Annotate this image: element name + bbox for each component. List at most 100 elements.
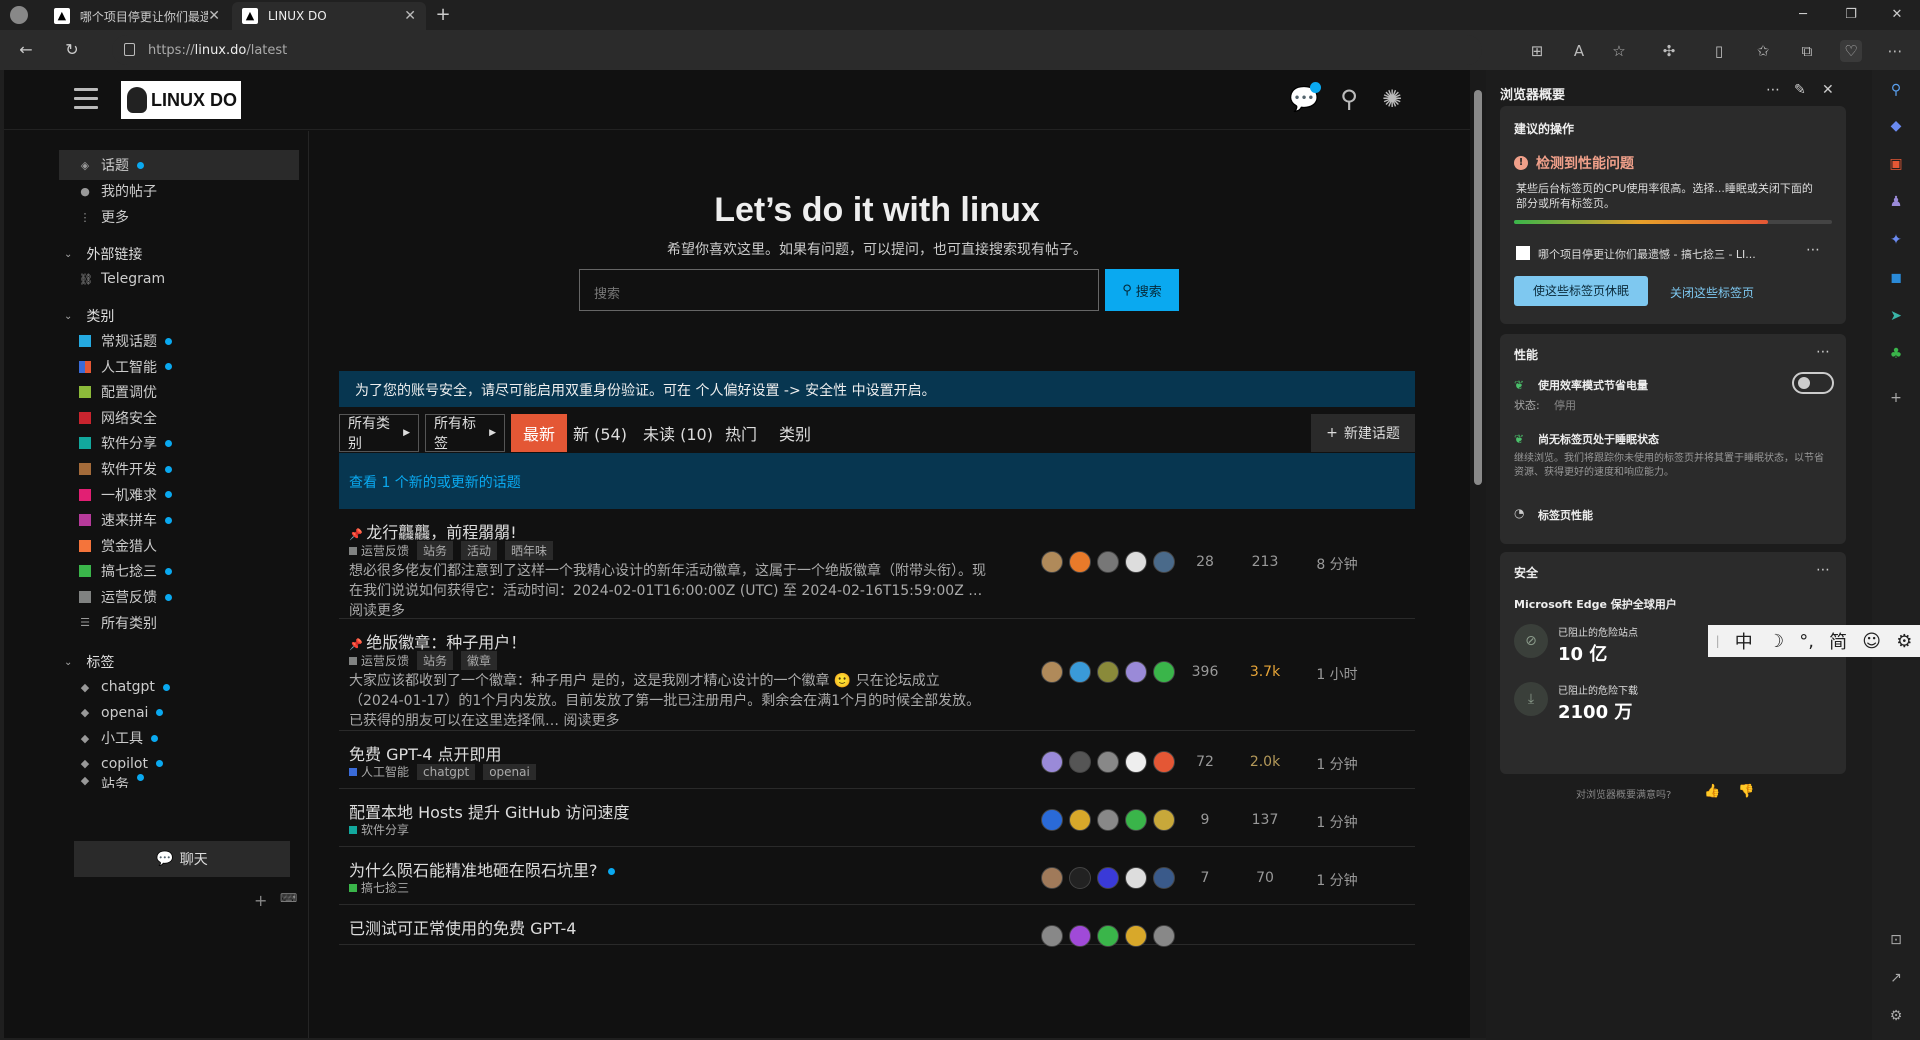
split-screen-icon[interactable]: ▯ [1708, 40, 1730, 62]
tab-performance-link[interactable]: 标签页性能 [1538, 507, 1593, 523]
avatar[interactable] [1125, 551, 1147, 573]
avatar[interactable] [1069, 661, 1091, 683]
avatar[interactable] [1153, 925, 1175, 947]
topic-row[interactable]: 免费 GPT-4 点开即用 人工智能 chatgpt openai 72 2.0k 1 分钟 [339, 731, 1415, 789]
tab-new[interactable]: 新 (54) [561, 414, 639, 452]
topic-activity[interactable]: 1 分钟 [1307, 754, 1367, 774]
avatar[interactable] [1069, 925, 1091, 947]
topic-category[interactable]: 人工智能 [361, 763, 409, 780]
search-icon[interactable]: ⚲ [1334, 84, 1364, 114]
topic-tag[interactable]: 晒年味 [505, 541, 554, 560]
keyboard-icon[interactable]: ⌨ [280, 891, 297, 905]
avatar[interactable] [1069, 809, 1091, 831]
emoji-icon[interactable]: ☺ [1862, 631, 1881, 652]
topic-tag[interactable]: 站务 [417, 541, 454, 560]
url-field[interactable]: https://linux.do/latest [112, 35, 1482, 65]
section-header-links[interactable]: ⌄ 外部链接 [64, 244, 142, 264]
chat-icon[interactable]: 💬 [1289, 82, 1321, 114]
thumbs-up-icon[interactable]: 👍 [1704, 784, 1720, 799]
more-icon[interactable]: ⋯ [1816, 344, 1830, 360]
close-window-icon[interactable]: ✕ [1874, 0, 1920, 30]
topic-title[interactable]: 为什么陨石能精准地砸在陨石坑里? [349, 857, 615, 881]
topic-row[interactable]: 为什么陨石能精准地砸在陨石坑里? 搞七捻三 7 70 1 分钟 [339, 847, 1415, 905]
close-tabs-link[interactable]: 关闭这些标签页 [1670, 284, 1754, 301]
avatar[interactable] [1125, 925, 1147, 947]
topic-tag[interactable]: chatgpt [417, 763, 476, 780]
category-dropdown[interactable]: 所有类别 ▶ [339, 414, 419, 452]
page-scrollbar[interactable] [1470, 70, 1486, 1038]
tab-categories[interactable]: 类别 [767, 414, 823, 452]
tab-2[interactable]: ▲ LINUX DO ✕ [232, 2, 426, 30]
hamburger-menu-icon[interactable] [74, 88, 98, 110]
topic-category[interactable]: 运营反馈 [361, 652, 409, 669]
sleep-tabs-button[interactable]: 使这些标签页休眠 [1514, 276, 1648, 306]
topic-activity[interactable]: 8 分钟 [1307, 554, 1367, 574]
topic-activity[interactable]: 1 小时 [1307, 664, 1367, 684]
tools-icon[interactable]: ▣ [1886, 154, 1906, 174]
tree-icon[interactable]: ♣ [1886, 344, 1906, 364]
tab-unread[interactable]: 未读 (10) [631, 414, 725, 452]
topic-category[interactable]: 软件分享 [361, 821, 409, 838]
topic-title[interactable]: 已测试可正常使用的免费 GPT-4 [349, 915, 576, 939]
scroll-thumb[interactable] [1474, 90, 1482, 485]
shopping-tag-icon[interactable]: ◆ [1886, 116, 1906, 136]
avatar[interactable] [1069, 551, 1091, 573]
add-icon[interactable]: + [1886, 388, 1906, 408]
minimize-icon[interactable]: ─ [1780, 0, 1826, 30]
refresh-icon[interactable]: ↻ [60, 38, 84, 62]
close-icon[interactable]: ✕ [208, 8, 220, 24]
settings-icon[interactable]: ⚙ [1886, 1006, 1906, 1026]
new-topics-bar[interactable]: 查看 1 个新的或更新的话题 [339, 453, 1415, 509]
browser-essentials-icon[interactable]: ♡ [1840, 40, 1862, 62]
section-header-categories[interactable]: ⌄ 类别 [64, 306, 114, 326]
user-avatar-icon[interactable]: ✺ [1377, 84, 1407, 114]
open-external-icon[interactable]: ↗ [1886, 968, 1906, 988]
avatar[interactable] [1041, 551, 1063, 573]
games-icon[interactable]: ♟ [1886, 192, 1906, 212]
topic-tag[interactable]: 徽章 [461, 651, 498, 670]
favorite-star-icon[interactable]: ☆ [1608, 40, 1630, 62]
avatar[interactable] [1041, 751, 1063, 773]
section-header-tags[interactable]: ⌄ 标签 [64, 652, 114, 672]
new-tab-button[interactable]: + [432, 4, 454, 26]
tab-hot[interactable]: 热门 [713, 414, 769, 452]
collections-icon[interactable]: ⧉ [1796, 40, 1818, 62]
sidebar-tag[interactable]: ◆ 站务 [59, 774, 299, 788]
add-icon[interactable]: + [254, 891, 267, 910]
avatar[interactable] [1041, 925, 1063, 947]
outlook-icon[interactable]: ◼ [1886, 268, 1906, 288]
sidebar-category[interactable]: ☰ 所有类别 [59, 608, 299, 638]
profile-avatar[interactable] [10, 6, 28, 24]
screenshot-icon[interactable]: ⊡ [1886, 930, 1906, 950]
moon-icon[interactable]: ☽ [1768, 631, 1784, 652]
avatar[interactable] [1125, 867, 1147, 889]
topic-row[interactable]: 已测试可正常使用的免费 GPT-4 [339, 905, 1415, 947]
thumbs-down-icon[interactable]: 👎 [1738, 784, 1754, 799]
avatar[interactable] [1097, 809, 1119, 831]
more-icon[interactable]: ⋯ [1816, 562, 1830, 578]
punctuation-icon[interactable]: °, [1799, 631, 1814, 652]
more-menu-icon[interactable]: ⋯ [1884, 40, 1906, 62]
sidebar-item-telegram[interactable]: ⛓ Telegram [59, 264, 299, 294]
topic-title[interactable]: 📌 龙行龘龘，前程朤朤! [349, 519, 517, 543]
avatar[interactable] [1125, 661, 1147, 683]
efficiency-toggle[interactable] [1792, 372, 1834, 394]
topic-tag[interactable]: 站务 [417, 651, 454, 670]
topic-row[interactable]: 📌 龙行龘龘，前程朤朤! 运营反馈 站务 活动 晒年味 想必很多佬友们都注意到了这样一个我… [339, 509, 1415, 619]
topic-title[interactable]: 配置本地 Hosts 提升 GitHub 访问速度 [349, 799, 630, 823]
avatar[interactable] [1041, 867, 1063, 889]
pin-icon[interactable]: ✎ [1794, 82, 1806, 98]
avatar[interactable] [1153, 661, 1175, 683]
avatar[interactable] [1069, 751, 1091, 773]
more-icon[interactable]: ⋯ [1806, 242, 1820, 258]
ime-simplified[interactable]: 简 [1829, 628, 1847, 654]
more-icon[interactable]: ⋯ [1766, 82, 1780, 98]
topic-title[interactable]: 📌 绝版徽章：种子用户！ [349, 629, 526, 653]
send-icon[interactable]: ➤ [1886, 306, 1906, 326]
topic-row[interactable]: 配置本地 Hosts 提升 GitHub 访问速度 软件分享 9 137 1 分钟 [339, 789, 1415, 847]
topic-title[interactable]: 免费 GPT-4 点开即用 [349, 741, 501, 765]
topic-activity[interactable]: 1 分钟 [1307, 870, 1367, 890]
favorites-icon[interactable]: ✩ [1752, 40, 1774, 62]
search-button[interactable]: ⚲ 搜索 [1105, 269, 1179, 311]
tab-1[interactable]: ▲ 哪个项目停更让你们最遗憾 - 搞... ✕ [44, 2, 230, 30]
